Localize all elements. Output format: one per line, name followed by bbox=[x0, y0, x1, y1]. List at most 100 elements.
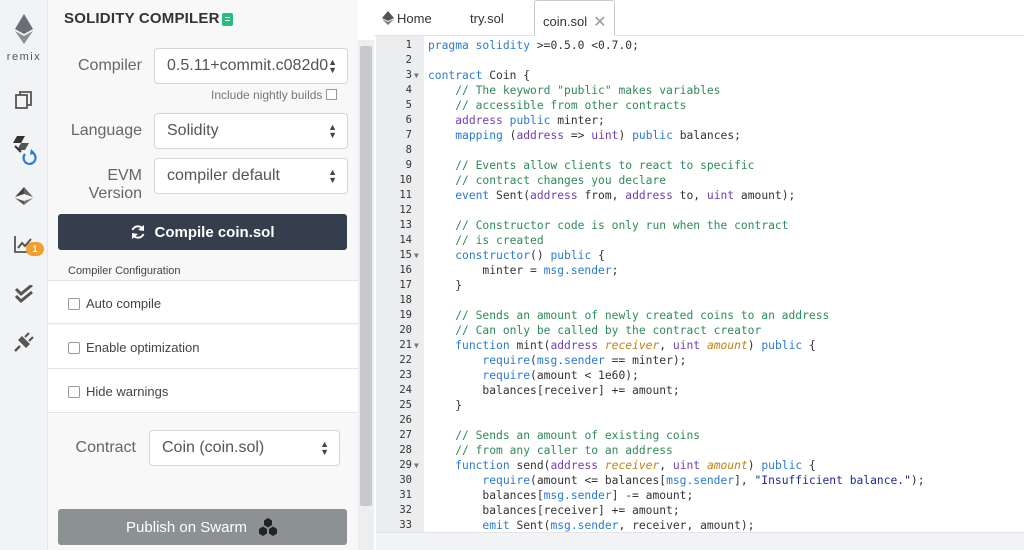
line-number: 32 bbox=[399, 504, 412, 516]
remix-logo[interactable]: remix bbox=[0, 14, 48, 63]
code-text: } bbox=[428, 399, 463, 412]
evm-version-label: EVM Version bbox=[88, 167, 142, 202]
file-explorer-icon[interactable] bbox=[0, 84, 48, 116]
line-number: 31 bbox=[399, 489, 412, 501]
code-line[interactable]: 33 emit Sent(msg.sender, receiver, amoun… bbox=[376, 518, 1024, 532]
code-text: address public minter; bbox=[455, 114, 605, 127]
code-text: // Constructor code is only run when the… bbox=[455, 219, 789, 232]
code-text: balances[msg.sender] -= amount; bbox=[428, 489, 694, 502]
publish-on-swarm-button[interactable]: Publish on Swarm bbox=[58, 509, 347, 545]
code-editor[interactable]: 1 pragma solidity >=0.5.0 <0.7.0; 2 3 ▼ contr… bbox=[376, 36, 1024, 532]
documentation-icon[interactable] bbox=[222, 13, 233, 26]
code-text: mapping (address => uint) public balance… bbox=[455, 129, 741, 142]
auto-compile-option[interactable]: Auto compile bbox=[48, 280, 358, 324]
code-line[interactable]: 24 balances[receiver] += amount; bbox=[376, 383, 1024, 398]
compiler-configuration-title: Compiler Configuration bbox=[68, 265, 181, 277]
hide-warnings-option[interactable]: Hide warnings bbox=[48, 369, 358, 413]
code-line[interactable]: 29 ▼ function send(address receiver, uint… bbox=[376, 458, 1024, 473]
line-number: 26 bbox=[399, 414, 412, 426]
remix-logo-text: remix bbox=[6, 51, 42, 63]
fold-arrow-icon[interactable]: ▼ bbox=[414, 458, 419, 473]
enable-optimization-checkbox[interactable] bbox=[68, 342, 80, 354]
code-line[interactable]: 23 require(amount < 1e60); bbox=[376, 368, 1024, 383]
line-number: 18 bbox=[399, 294, 412, 306]
code-line[interactable]: 8 bbox=[376, 143, 1024, 158]
code-line[interactable]: 25 } bbox=[376, 398, 1024, 413]
language-select[interactable]: Solidity ▲ ▼ bbox=[154, 113, 348, 149]
compiler-version-value: 0.5.11+commit.c082d0 bbox=[167, 57, 329, 74]
tab-home[interactable]: Home bbox=[382, 0, 432, 36]
code-line[interactable]: 26 bbox=[376, 413, 1024, 428]
testing-icon[interactable] bbox=[0, 278, 48, 310]
select-arrows-icon: ▲ ▼ bbox=[328, 57, 337, 75]
code-line[interactable]: 16 minter = msg.sender; bbox=[376, 263, 1024, 278]
code-text: // Sends an amount of newly created coin… bbox=[455, 309, 830, 322]
close-tab-icon[interactable]: ✕ bbox=[593, 14, 606, 31]
publish-button-label: Publish on Swarm bbox=[126, 518, 247, 536]
code-line[interactable]: 22 require(msg.sender == minter); bbox=[376, 353, 1024, 368]
compiler-label: Compiler bbox=[77, 57, 142, 74]
code-line[interactable]: 1 pragma solidity >=0.5.0 <0.7.0; bbox=[376, 38, 1024, 53]
code-line[interactable]: 14 // is created bbox=[376, 233, 1024, 248]
contract-label: Contract bbox=[75, 439, 136, 456]
auto-compile-checkbox[interactable] bbox=[68, 298, 80, 310]
code-line[interactable]: 32 balances[receiver] += amount; bbox=[376, 503, 1024, 518]
hide-warnings-checkbox[interactable] bbox=[68, 386, 80, 398]
code-line[interactable]: 17 } bbox=[376, 278, 1024, 293]
code-line[interactable]: 20 // Can only be called by the contract… bbox=[376, 323, 1024, 338]
code-line[interactable]: 12 bbox=[376, 203, 1024, 218]
code-text: constructor() public { bbox=[455, 249, 605, 262]
contract-select[interactable]: Coin (coin.sol) ▲ ▼ bbox=[149, 430, 340, 466]
code-text: function mint(address receiver, uint amo… bbox=[455, 339, 816, 352]
compiler-version-select[interactable]: 0.5.11+commit.c082d0 ▲ ▼ bbox=[154, 48, 348, 84]
evm-version-select[interactable]: compiler default ▲ ▼ bbox=[154, 158, 348, 194]
line-number: 4 bbox=[405, 84, 412, 96]
code-line[interactable]: 4 // The keyword "public" makes variable… bbox=[376, 83, 1024, 98]
code-line[interactable]: 6 address public minter; bbox=[376, 113, 1024, 128]
code-line[interactable]: 28 // from any caller to an address bbox=[376, 443, 1024, 458]
code-line[interactable]: 18 bbox=[376, 293, 1024, 308]
code-line[interactable]: 11 event Sent(address from, address to, … bbox=[376, 188, 1024, 203]
compile-button[interactable]: Compile coin.sol bbox=[58, 214, 347, 250]
line-number: 33 bbox=[399, 519, 412, 531]
code-line[interactable]: 15 ▼ constructor() public { bbox=[376, 248, 1024, 263]
code-line[interactable]: 13 // Constructor code is only run when … bbox=[376, 218, 1024, 233]
nightly-label: Include nightly builds bbox=[211, 88, 323, 102]
code-line[interactable]: 30 require(amount <= balances[msg.sender… bbox=[376, 473, 1024, 488]
enable-optimization-option[interactable]: Enable optimization bbox=[48, 325, 358, 369]
auto-compile-label: Auto compile bbox=[86, 296, 162, 311]
line-number: 23 bbox=[399, 369, 412, 381]
tab-try-sol[interactable]: try.sol bbox=[470, 0, 504, 36]
analysis-icon[interactable]: 1 bbox=[0, 228, 48, 260]
tab-coin-sol[interactable]: coin.sol ✕ bbox=[534, 0, 616, 36]
code-line[interactable]: 19 // Sends an amount of newly created c… bbox=[376, 308, 1024, 323]
solidity-compiler-panel: SOLIDITY COMPILER Compiler 0.5.11+commit… bbox=[48, 0, 358, 550]
code-line[interactable]: 31 balances[msg.sender] -= amount; bbox=[376, 488, 1024, 503]
nightly-checkbox[interactable] bbox=[326, 89, 338, 100]
code-text: // Sends an amount of existing coins bbox=[455, 429, 701, 442]
include-nightly-option[interactable]: Include nightly builds bbox=[211, 88, 338, 102]
line-number: 9 bbox=[405, 159, 412, 171]
code-line[interactable]: 7 mapping (address => uint) public balan… bbox=[376, 128, 1024, 143]
code-text: // The keyword "public" makes variables bbox=[455, 84, 721, 97]
line-number: 16 bbox=[399, 264, 412, 276]
hide-warnings-label: Hide warnings bbox=[86, 384, 169, 399]
fold-arrow-icon[interactable]: ▼ bbox=[414, 248, 419, 263]
code-line[interactable]: 3 ▼ contract Coin { bbox=[376, 68, 1024, 83]
select-arrows-icon: ▲ ▼ bbox=[328, 122, 337, 140]
code-line[interactable]: 27 // Sends an amount of existing coins bbox=[376, 428, 1024, 443]
line-number: 17 bbox=[399, 279, 412, 291]
code-line[interactable]: 2 bbox=[376, 53, 1024, 68]
panel-scrollbar-thumb[interactable] bbox=[360, 46, 372, 506]
code-line[interactable]: 9 // Events allow clients to react to sp… bbox=[376, 158, 1024, 173]
fold-arrow-icon[interactable]: ▼ bbox=[414, 68, 419, 83]
solidity-compiler-icon[interactable] bbox=[0, 134, 48, 166]
code-line[interactable]: 10 // contract changes you declare bbox=[376, 173, 1024, 188]
deploy-run-icon[interactable] bbox=[0, 180, 48, 212]
fold-arrow-icon[interactable]: ▼ bbox=[414, 338, 419, 353]
plugin-manager-icon[interactable] bbox=[0, 326, 48, 358]
code-text: contract Coin { bbox=[428, 69, 531, 82]
code-line[interactable]: 21 ▼ function mint(address receiver, uint… bbox=[376, 338, 1024, 353]
code-text: minter = msg.sender; bbox=[428, 264, 619, 277]
code-line[interactable]: 5 // accessible from other contracts bbox=[376, 98, 1024, 113]
